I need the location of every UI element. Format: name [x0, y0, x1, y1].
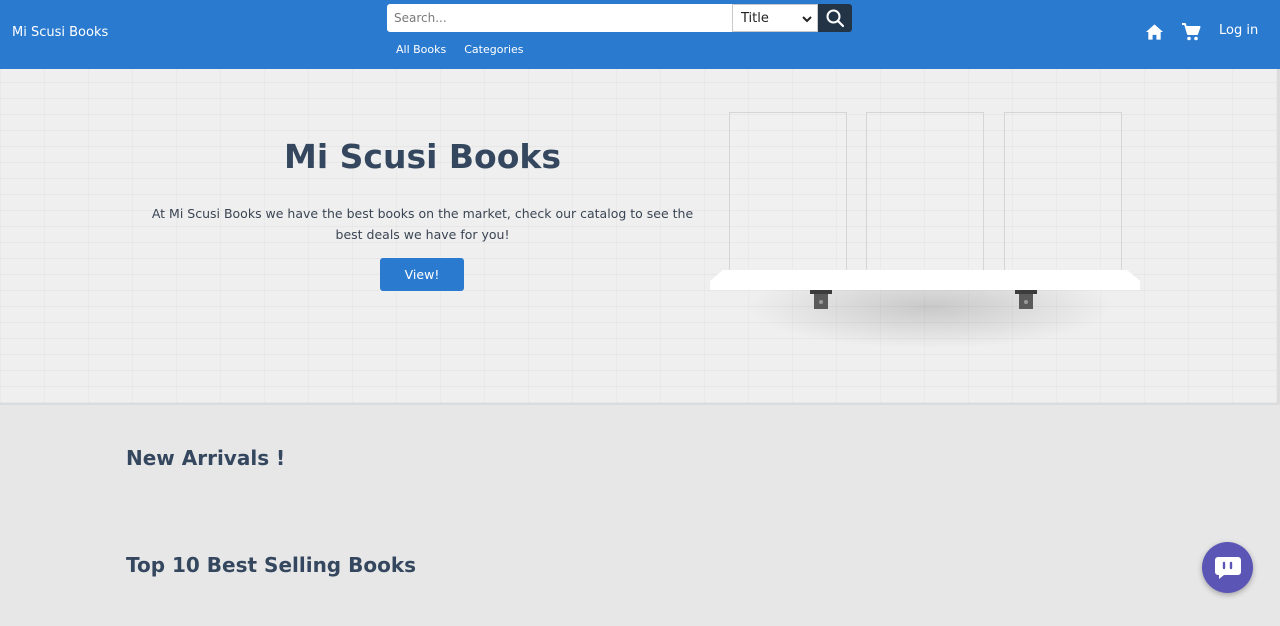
best-selling-heading: Top 10 Best Selling Books — [126, 553, 417, 577]
hero-description: At Mi Scusi Books we have the best books… — [151, 206, 694, 242]
nav-categories[interactable]: Categories — [464, 43, 523, 56]
view-catalog-button[interactable]: View! — [380, 258, 464, 291]
login-link[interactable]: Log in — [1219, 23, 1258, 38]
main-nav: All Books Categories — [396, 43, 524, 56]
cart-icon[interactable] — [1181, 22, 1201, 42]
top-navbar: Mi Scusi Books Title All Books Categorie… — [0, 0, 1280, 69]
bookshelf-illustration — [705, 109, 1145, 369]
shelf-shadow — [745, 289, 1115, 349]
chat-bubble-icon — [1214, 556, 1241, 579]
search-bar: Title — [387, 4, 852, 32]
shelf-book-slot — [1004, 112, 1122, 270]
chat-widget-button[interactable] — [1202, 542, 1253, 593]
search-input[interactable] — [387, 4, 732, 32]
search-icon — [826, 9, 845, 28]
nav-all-books[interactable]: All Books — [396, 43, 446, 56]
brand-link[interactable]: Mi Scusi Books — [12, 25, 108, 40]
new-arrivals-heading: New Arrivals ! — [126, 446, 286, 470]
search-button[interactable] — [818, 4, 852, 32]
shelf-board — [710, 270, 1140, 290]
shelf-book-slot — [866, 112, 984, 270]
hero-banner: Mi Scusi Books At Mi Scusi Books we have… — [0, 69, 1277, 405]
shelf-book-slot — [729, 112, 847, 270]
shelf-bracket — [810, 290, 832, 310]
shelf-bracket — [1015, 290, 1037, 310]
home-icon[interactable] — [1145, 23, 1164, 41]
chevron-down-icon — [802, 16, 812, 23]
search-type-select[interactable]: Title — [732, 4, 818, 32]
search-type-value: Title — [741, 11, 769, 26]
